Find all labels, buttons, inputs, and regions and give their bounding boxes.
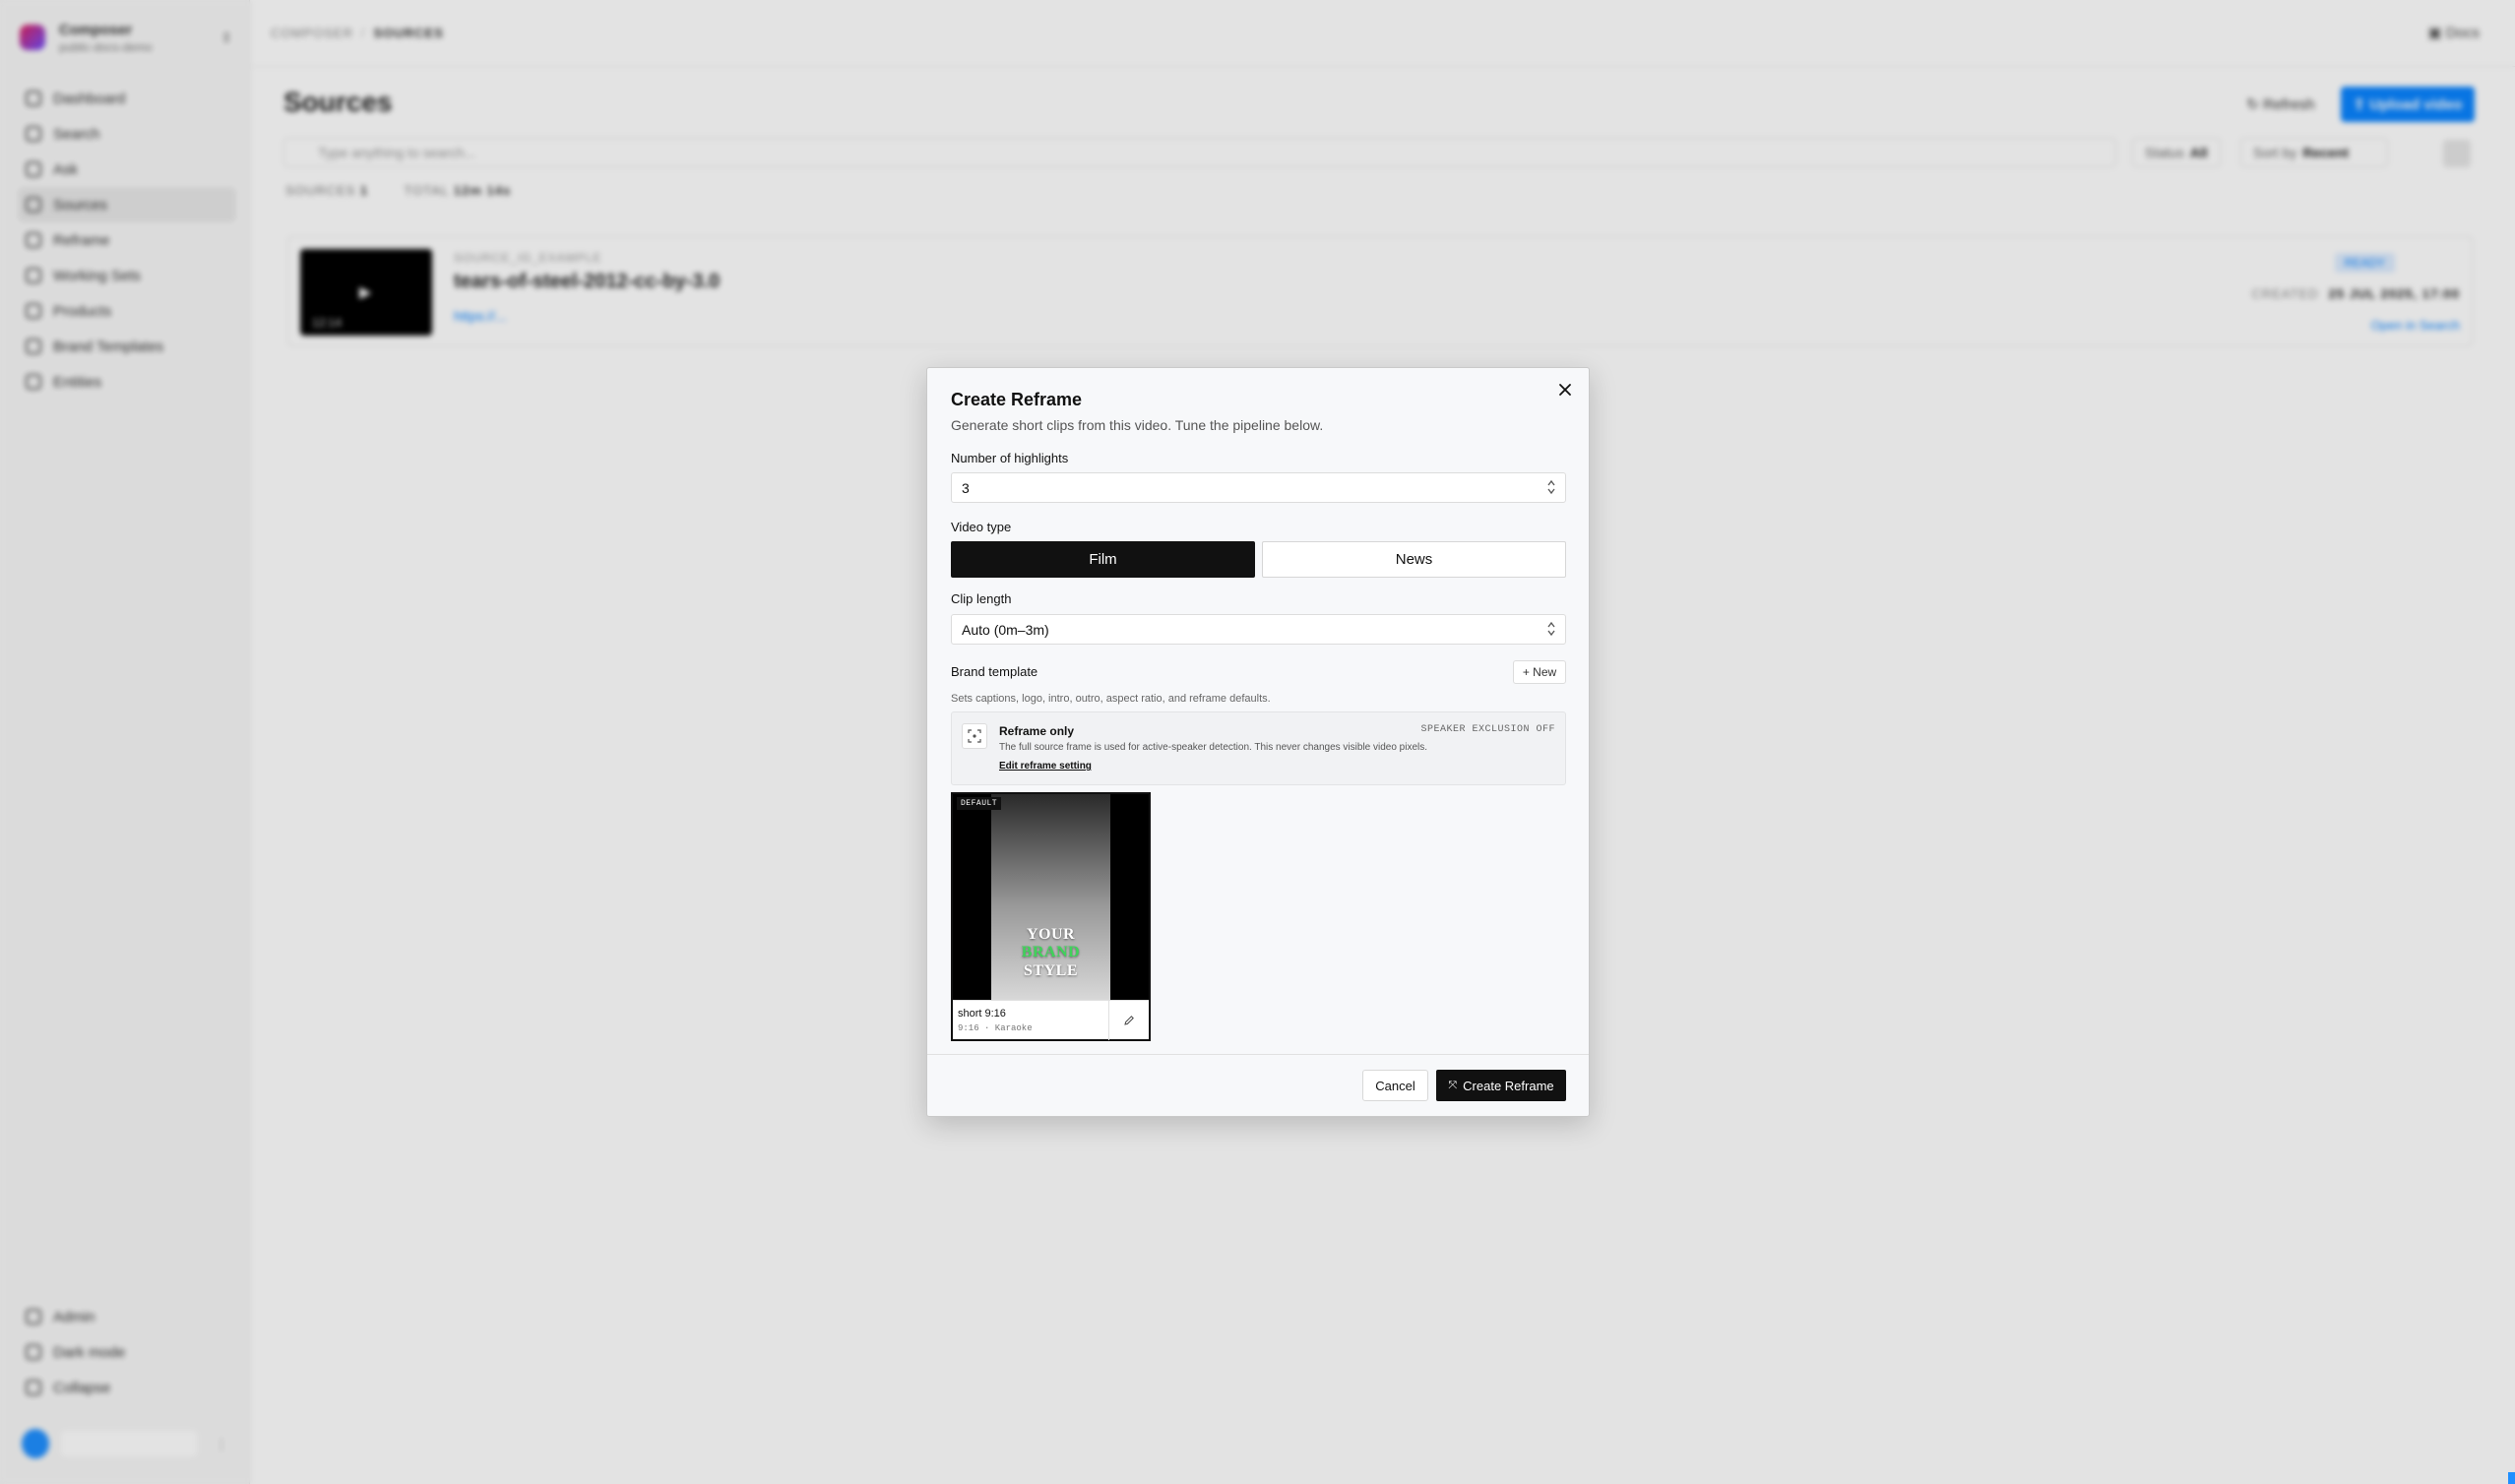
edit-reframe-link[interactable]: Edit reframe setting [999,761,1092,772]
edit-template-button[interactable] [1108,1001,1149,1040]
reframe-only-panel: Reframe only The full source frame is us… [951,711,1566,785]
video-type-news[interactable]: News [1262,541,1566,578]
speaker-exclusion-tag: SPEAKER EXCLUSION OFF [1420,724,1555,735]
dialog-divider [927,1054,1589,1055]
preview-line-1: YOUR [1026,926,1076,943]
plus-icon: + [1522,665,1534,679]
preview-line-2: BRAND [1021,944,1081,960]
template-name: short 9:16 [958,1008,1006,1020]
close-button[interactable] [1557,382,1573,398]
reframe-title: Reframe only [999,724,1075,738]
brand-template-label: Brand template [951,664,1038,679]
template-preview: DEFAULT YOUR BRAND STYLE [953,794,1149,1000]
template-meta: 9:16 · Karaoke [958,1023,1033,1033]
dialog-subtitle: Generate short clips from this video. Tu… [951,417,1324,433]
corner-indicator [2508,1472,2515,1484]
reframe-icon [962,723,987,749]
video-type-film[interactable]: Film [951,541,1255,578]
new-template-button[interactable]: + New [1513,660,1566,684]
template-footer: short 9:16 9:16 · Karaoke [953,1000,1149,1040]
clip-length-label: Clip length [951,591,1012,606]
clip-length-value: Auto (0m–3m) [962,622,1049,638]
video-type-label: Video type [951,520,1012,534]
preview-line-3: STYLE [1024,962,1078,979]
brand-template-description: Sets captions, logo, intro, outro, aspec… [951,693,1271,705]
chevron-updown-icon [1547,621,1555,637]
default-badge: DEFAULT [957,797,1002,810]
dialog-title: Create Reframe [951,390,1083,409]
highlights-value: 3 [962,480,970,496]
reframe-icon: ⤧ [1448,1079,1458,1091]
create-reframe-button[interactable]: ⤧ Create Reframe [1436,1070,1566,1101]
template-card-selected[interactable]: DEFAULT YOUR BRAND STYLE short 9:16 9:16… [951,792,1151,1041]
new-label: New [1533,665,1557,679]
highlights-label: Number of highlights [951,451,1069,465]
create-reframe-dialog: Create Reframe Generate short clips from… [926,367,1590,1117]
reframe-description: The full source frame is used for active… [999,742,1428,753]
pencil-icon [1124,1016,1134,1025]
close-icon [1559,384,1571,396]
stepper-icon[interactable] [1547,479,1555,495]
clip-length-select[interactable]: Auto (0m–3m) [951,614,1566,645]
highlights-input[interactable]: 3 [951,472,1566,503]
create-reframe-label: Create Reframe [1463,1078,1554,1093]
cancel-button[interactable]: Cancel [1362,1070,1428,1101]
